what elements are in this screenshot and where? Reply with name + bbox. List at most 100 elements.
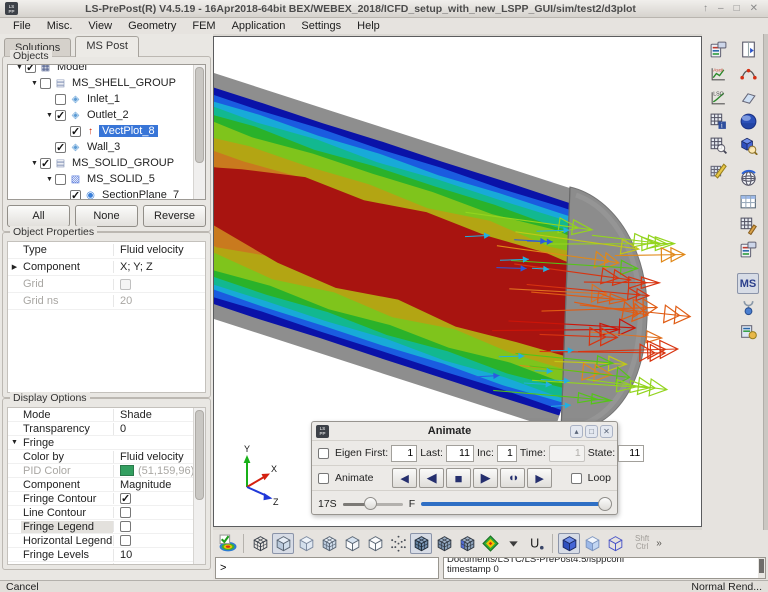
all-button[interactable]: All bbox=[7, 205, 70, 227]
property-value[interactable] bbox=[113, 507, 205, 518]
shade-dialog-button[interactable]: ▴ bbox=[570, 425, 583, 438]
field-input-inc[interactable] bbox=[497, 445, 517, 462]
frame-slider[interactable] bbox=[421, 497, 611, 511]
ascii-plot-icon[interactable]: Ascii bbox=[707, 63, 729, 84]
tree-item-ms_solid_5[interactable]: ▼▧MS_SOLID_5 bbox=[8, 171, 205, 187]
speed-slider[interactable] bbox=[343, 497, 403, 511]
minimize-button[interactable]: – bbox=[718, 3, 724, 14]
step-forward-button[interactable]: ▶ bbox=[527, 468, 552, 488]
property-value[interactable]: Fluid velocity bbox=[113, 451, 205, 463]
fringe-plot-toggle-icon[interactable] bbox=[216, 533, 238, 554]
probe-icon[interactable] bbox=[737, 297, 759, 318]
property-checkbox[interactable] bbox=[120, 535, 131, 546]
property-value[interactable]: Fluid velocity bbox=[113, 244, 205, 256]
grid-measure-icon[interactable] bbox=[707, 159, 729, 180]
visibility-checkbox[interactable] bbox=[55, 174, 66, 185]
points-view-icon[interactable] bbox=[387, 533, 409, 554]
tree-expander-icon[interactable]: ▼ bbox=[44, 176, 55, 183]
property-value[interactable]: Magnitude bbox=[113, 479, 205, 491]
curve-points-icon[interactable] bbox=[737, 63, 759, 84]
tree-expander-icon[interactable]: ▼ bbox=[29, 80, 40, 87]
tab-ms-post[interactable]: MS Post bbox=[75, 36, 139, 57]
tree-scrollbar[interactable] bbox=[193, 65, 205, 199]
toolbar-overflow-button[interactable]: » bbox=[656, 538, 662, 549]
menu-view[interactable]: View bbox=[81, 19, 119, 33]
menu-settings[interactable]: Settings bbox=[294, 19, 348, 33]
property-checkbox[interactable] bbox=[120, 493, 131, 504]
feature-mesh-view-icon[interactable] bbox=[410, 533, 432, 554]
menu-file[interactable]: File bbox=[6, 19, 38, 33]
view-dropdown-arrow-icon[interactable] bbox=[502, 533, 524, 554]
menu-fem[interactable]: FEM bbox=[185, 19, 222, 33]
menu-help[interactable]: Help bbox=[350, 19, 387, 33]
grid-info-icon[interactable]: i bbox=[707, 111, 729, 132]
tree-expander-icon[interactable]: ▼ bbox=[14, 64, 25, 71]
play-backward-button[interactable]: ◀ bbox=[419, 468, 444, 488]
property-value[interactable]: X; Y; Z bbox=[113, 261, 205, 273]
wire-box-view-icon[interactable] bbox=[604, 533, 626, 554]
visibility-checkbox[interactable] bbox=[55, 110, 66, 121]
visibility-checkbox[interactable] bbox=[55, 94, 66, 105]
tree-item-sectionplane_7[interactable]: ◉SectionPlane_7 bbox=[8, 187, 205, 200]
visibility-checkbox[interactable] bbox=[40, 78, 51, 89]
close-dialog-button[interactable]: ✕ bbox=[600, 425, 613, 438]
maximize-button[interactable]: □ bbox=[734, 3, 740, 14]
field-input-first[interactable] bbox=[391, 445, 417, 462]
none-button[interactable]: None bbox=[75, 205, 138, 227]
property-value[interactable] bbox=[113, 493, 205, 504]
tree-item-ms_shell_group[interactable]: ▼▤MS_SHELL_GROUP bbox=[8, 75, 205, 91]
step-back-button[interactable]: ◀ bbox=[392, 468, 417, 488]
tree-expander-icon[interactable]: ▼ bbox=[29, 160, 40, 167]
mesh-view-icon[interactable] bbox=[249, 533, 271, 554]
visibility-checkbox[interactable] bbox=[40, 158, 51, 169]
visibility-checkbox[interactable] bbox=[70, 126, 81, 137]
property-value[interactable]: 0 bbox=[113, 423, 205, 435]
tree-item-vectplot_8[interactable]: ↑VectPlot_8 bbox=[8, 123, 205, 139]
stop-button[interactable]: ■ bbox=[446, 468, 471, 488]
layered-mesh-view-icon[interactable] bbox=[456, 533, 478, 554]
visibility-checkbox[interactable] bbox=[25, 64, 36, 73]
restore-dialog-button[interactable]: □ bbox=[585, 425, 598, 438]
property-value[interactable]: 10 bbox=[113, 549, 205, 561]
loop-checkbox[interactable] bbox=[571, 473, 582, 484]
grid-edit-icon[interactable] bbox=[737, 215, 759, 236]
hidden-line-view-icon[interactable] bbox=[341, 533, 363, 554]
shaded-view-icon[interactable] bbox=[272, 533, 294, 554]
property-checkbox[interactable] bbox=[120, 507, 131, 518]
message-scrollbar[interactable] bbox=[758, 558, 765, 578]
wireframe-view-icon[interactable] bbox=[364, 533, 386, 554]
pause-button[interactable]: ◖◗ bbox=[500, 468, 525, 488]
close-button[interactable]: ✕ bbox=[750, 3, 758, 14]
property-value[interactable]: Shade bbox=[113, 409, 205, 421]
eigen-checkbox[interactable] bbox=[318, 448, 329, 459]
frame-slider-handle[interactable] bbox=[598, 497, 612, 511]
fringe-diamond-icon[interactable] bbox=[479, 533, 501, 554]
viewport-3d-canvas[interactable]: YXZ LSPP Animate ▴□✕ Eigen First:Last:In… bbox=[213, 36, 702, 527]
tree-item-ms_solid_group[interactable]: ▼▤MS_SOLID_GROUP bbox=[8, 155, 205, 171]
tree-item-model[interactable]: ▼▦Model bbox=[8, 64, 205, 75]
edge-mesh-view-icon[interactable] bbox=[433, 533, 455, 554]
reverse-button[interactable]: Reverse bbox=[143, 205, 206, 227]
report-icon[interactable] bbox=[707, 39, 729, 60]
shade-window-button[interactable]: ↑ bbox=[703, 3, 708, 14]
property-value[interactable] bbox=[113, 535, 205, 546]
menu-application[interactable]: Application bbox=[225, 19, 293, 33]
field-input-state[interactable] bbox=[618, 445, 644, 462]
property-value[interactable] bbox=[113, 521, 205, 532]
field-input-last[interactable] bbox=[446, 445, 474, 462]
lso-plot-icon[interactable]: LSO bbox=[707, 87, 729, 108]
animate-checkbox[interactable] bbox=[318, 473, 329, 484]
globe-mesh-icon[interactable] bbox=[737, 167, 759, 188]
node-u-icon[interactable]: U bbox=[525, 533, 547, 554]
sphere-icon[interactable] bbox=[737, 111, 759, 132]
solid-box-view-icon[interactable] bbox=[558, 533, 580, 554]
ms-button[interactable]: MS bbox=[737, 273, 759, 294]
plane-icon[interactable] bbox=[737, 87, 759, 108]
tree-item-wall_3[interactable]: ◈Wall_3 bbox=[8, 139, 205, 155]
tree-item-inlet_1[interactable]: ◈Inlet_1 bbox=[8, 91, 205, 107]
menu-geometry[interactable]: Geometry bbox=[121, 19, 183, 33]
box-zoom-icon[interactable] bbox=[737, 135, 759, 156]
clipboard-icon[interactable] bbox=[737, 239, 759, 260]
tree-item-outlet_2[interactable]: ▼◈Outlet_2 bbox=[8, 107, 205, 123]
visibility-checkbox[interactable] bbox=[70, 190, 81, 201]
